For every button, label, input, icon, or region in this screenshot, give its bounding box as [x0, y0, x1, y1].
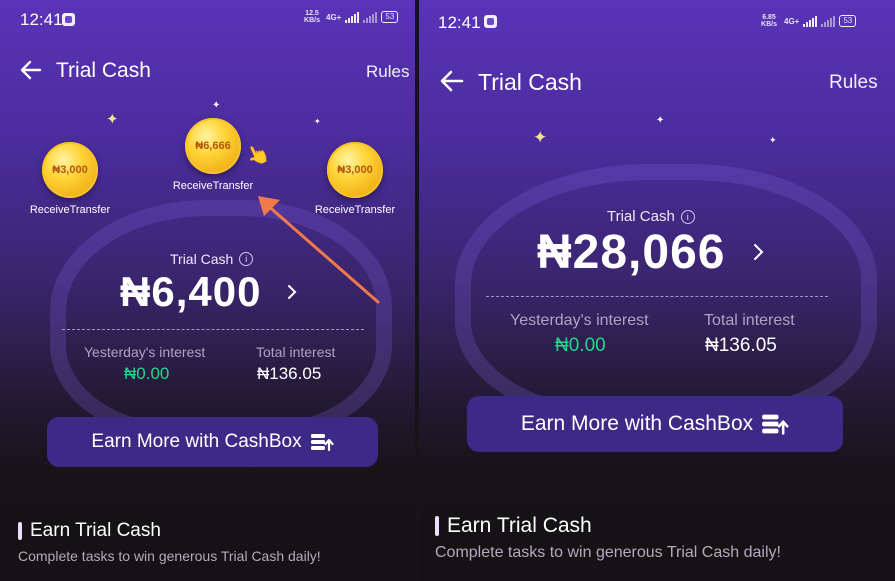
earn-subtitle: Complete tasks to win generous Trial Cas… — [435, 544, 781, 561]
coin-amount: ₦6,666 — [195, 140, 231, 152]
signal-icon-2 — [821, 15, 836, 27]
yesterday-interest-label: Yesterday's interest — [510, 312, 649, 329]
arrow-left-icon[interactable] — [440, 70, 464, 92]
rules-link[interactable]: Rules — [829, 72, 878, 94]
earn-title-text: Earn Trial Cash — [30, 520, 161, 541]
trial-cash-amount: ₦6,400 — [120, 268, 262, 315]
arrow-left-icon[interactable] — [20, 60, 42, 80]
sparkle-icon: ✦ — [314, 117, 321, 126]
signal-icon — [345, 11, 360, 23]
sparkle-icon: ✦ — [212, 100, 221, 111]
chevron-right-icon[interactable] — [753, 243, 764, 261]
cashbox-icon — [761, 413, 789, 435]
rules-link[interactable]: Rules — [366, 62, 409, 82]
earn-more-cashbox-button[interactable]: Earn More with CashBox — [467, 396, 843, 452]
right-phone-screen: 12:41 6.85 KB/s 4G+ 53 Trial Cash Rules … — [419, 0, 895, 581]
app-notification-icon — [484, 15, 497, 28]
status-bar: 12:41 6.85 KB/s 4G+ 53 — [419, 0, 895, 40]
total-interest-label: Total interest — [256, 344, 336, 360]
signal-icon-2 — [363, 11, 378, 23]
trial-cash-label-text: Trial Cash — [607, 208, 675, 225]
battery-icon: 53 — [381, 11, 399, 23]
network-type: 4G+ — [784, 16, 800, 26]
coin-amount: ₦3,000 — [52, 164, 88, 176]
earn-title-text: Earn Trial Cash — [447, 514, 592, 537]
earn-trial-cash-heading: Earn Trial Cash — [435, 514, 592, 538]
coin-icon: ₦6,666 — [185, 118, 241, 174]
signal-icon — [803, 15, 818, 27]
divider — [62, 329, 364, 330]
total-interest-value: ₦136.05 — [705, 335, 777, 356]
net-speed: 12.5 KB/s — [304, 10, 320, 24]
heading-accent-bar — [435, 516, 439, 536]
cashbox-button-label: Earn More with CashBox — [91, 431, 302, 452]
system-icons: 12.5 KB/s 4G+ 53 — [302, 10, 399, 24]
yesterday-interest-value: ₦0.00 — [555, 335, 606, 356]
sparkle-icon: ✦ — [533, 128, 548, 147]
left-phone-screen: 12:41 12.5 KB/s 4G+ 53 Trial Cash Rules … — [0, 0, 415, 581]
coin-item[interactable]: ₦3,000 ReceiveTransfer — [15, 142, 125, 216]
page-title: Trial Cash — [478, 69, 582, 95]
earn-trial-cash-heading: Earn Trial Cash — [18, 520, 161, 542]
sparkle-icon: ✦ — [769, 135, 777, 145]
status-time: 12:41 — [20, 10, 63, 29]
coin-icon: ₦3,000 — [42, 142, 98, 198]
info-icon[interactable]: i — [680, 209, 695, 224]
earn-more-cashbox-button[interactable]: Earn More with CashBox — [47, 417, 378, 467]
status-time: 12:41 — [438, 13, 481, 32]
cashbox-button-label: Earn More with CashBox — [520, 412, 754, 435]
status-bar: 12:41 12.5 KB/s 4G+ 53 — [0, 0, 415, 40]
yesterday-interest-label: Yesterday's interest — [84, 344, 206, 360]
piggy-bank-background — [455, 164, 877, 426]
system-icons: 6.85 KB/s 4G+ 53 — [758, 14, 857, 28]
chevron-right-icon[interactable] — [287, 284, 297, 300]
yesterday-interest-value: ₦0.00 — [124, 364, 170, 383]
network-type: 4G+ — [326, 12, 342, 22]
sparkle-icon: ✦ — [656, 115, 665, 126]
cashbox-icon — [310, 433, 334, 451]
info-icon[interactable]: i — [239, 252, 254, 266]
app-notification-icon — [62, 13, 75, 26]
heading-accent-bar — [18, 522, 22, 540]
trial-cash-amount: ₦28,066 — [537, 226, 726, 279]
net-speed: 6.85 KB/s — [761, 14, 777, 28]
total-interest-value: ₦136.05 — [257, 364, 322, 383]
trial-cash-label-text: Trial Cash — [170, 251, 234, 267]
coin-label: ReceiveTransfer — [29, 204, 111, 216]
total-interest-label: Total interest — [704, 312, 795, 329]
annotation-arrow — [258, 196, 380, 304]
coin-amount: ₦3,000 — [337, 164, 373, 176]
trial-cash-label: Trial Cash i — [607, 208, 695, 225]
page-title: Trial Cash — [56, 59, 151, 82]
earn-subtitle: Complete tasks to win generous Trial Cas… — [18, 548, 321, 564]
divider — [486, 296, 828, 297]
sparkle-icon: ✦ — [106, 111, 119, 128]
battery-icon: 53 — [839, 15, 857, 27]
trial-cash-label: Trial Cash i — [170, 251, 254, 267]
